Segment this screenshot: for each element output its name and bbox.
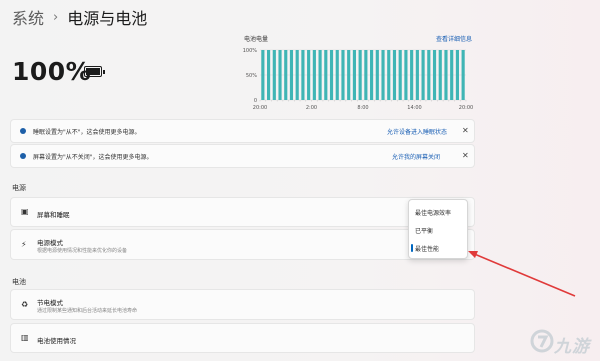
- arrow-line: [471, 252, 576, 297]
- annotation-arrow: [468, 251, 576, 297]
- arrow-head: [468, 251, 478, 258]
- watermark-text: 九游: [554, 337, 590, 357]
